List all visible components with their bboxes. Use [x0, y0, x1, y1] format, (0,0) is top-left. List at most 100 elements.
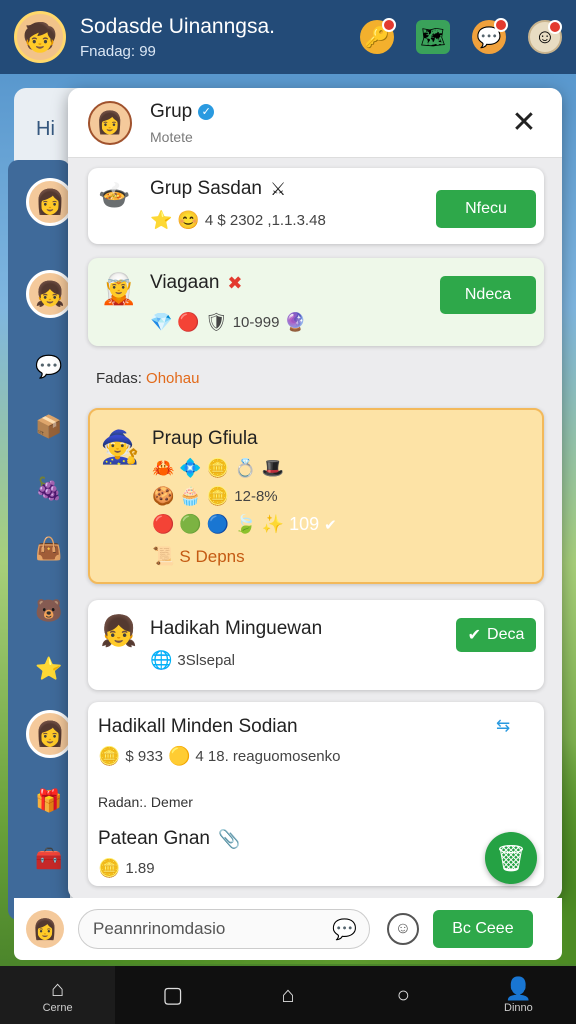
emoji-icon[interactable]: ☺: [386, 913, 419, 945]
card-action-label: Deca: [487, 626, 525, 643]
side-bag-icon[interactable]: 👜: [32, 532, 66, 566]
sparkle-icon: ✨: [261, 514, 285, 534]
section-label-value: Ohohau: [146, 370, 200, 387]
group-card[interactable]: 🍲 Grup Sasdan ⚔ ⭐ 😊 4 $ 2302 ,1.1.3.48 N…: [88, 168, 544, 244]
nav-circle[interactable]: ○: [346, 966, 461, 1024]
group-modal: 👩 Grup ✓ Motete ✕ 🍲 Grup Sasdan ⚔ ⭐ 😊 4 …: [68, 88, 562, 900]
circle-icon: ○: [396, 982, 410, 1007]
house-outline-icon: ⌂: [281, 982, 295, 1007]
notification-dot: [382, 18, 396, 32]
side-bubble-icon[interactable]: 💬: [32, 350, 66, 384]
card-meta: $ 933: [125, 748, 163, 765]
compose-bar: 👩 Peannrinomdasio 💬 ☺ Bc Ceee: [14, 898, 562, 960]
card-meta-row: 🌐 3Slsepal: [150, 650, 235, 671]
emerald-icon: 🟢: [179, 514, 202, 534]
card-title: Grup Sasdan: [150, 178, 262, 199]
share-icon[interactable]: ⇆: [496, 716, 510, 736]
shield-icon: 🛡: [204, 312, 228, 332]
gem-icon: 💎: [150, 312, 173, 332]
wizard-avatar: 🧙: [100, 429, 140, 465]
hat-icon: 🎩: [261, 458, 285, 478]
card-title: Hadikah Minguewan: [150, 618, 323, 639]
side-gift-icon[interactable]: 🎁: [32, 784, 66, 818]
card-title-row: Grup Sasdan ⚔: [150, 178, 286, 200]
cauldron-icon: 🍲: [98, 180, 131, 210]
coin-icon: 🪙: [98, 746, 121, 766]
card-submeta: 1.89: [125, 860, 155, 877]
side-box-icon[interactable]: 📦: [32, 410, 66, 444]
side-star-icon[interactable]: ⭐: [32, 652, 66, 686]
explorer-avatar: 🧝: [100, 273, 138, 306]
person-icon: 👤: [504, 976, 533, 1001]
nav-home[interactable]: ⌂ Cerne: [0, 966, 116, 1024]
side-chest-icon[interactable]: 🧰: [32, 842, 66, 876]
smile-icon: 😊: [177, 210, 200, 230]
side-potion-icon[interactable]: 🍇: [32, 472, 66, 506]
card-meta-row: ⭐ 😊 4 $ 2302 ,1.1.3.48: [150, 210, 326, 231]
card-action-button[interactable]: ✔ Deca: [456, 618, 536, 652]
side-avatar-2[interactable]: 👧: [26, 270, 74, 318]
sapphire-icon: 🔵: [206, 514, 230, 534]
check-icon: ✔: [467, 627, 482, 644]
close-button[interactable]: ✕: [506, 105, 542, 141]
card-meta: 3Slsepal: [177, 652, 235, 669]
card-title: Viagaan: [150, 272, 220, 293]
home-icon: ⌂: [50, 976, 65, 1001]
group-card-highlighted[interactable]: 🧙 Praup Gfiula 🦀 💠 🪙 💍 🎩 🍪 🧁 🪙 12-8% 🔴 🟢…: [88, 408, 544, 584]
cookie-icon: 🍪: [152, 486, 175, 506]
side-avatar-3[interactable]: 👩: [26, 710, 74, 758]
modal-titles: Grup ✓ Motete: [150, 101, 215, 145]
nav-home-label: Cerne: [42, 1002, 73, 1014]
check-icon: ✔: [324, 516, 337, 534]
trash-button[interactable]: 🗑: [485, 832, 537, 884]
card-meta: 4 $ 2302 ,1.1.3.48: [204, 212, 326, 229]
trophy-icon[interactable]: 🔑: [360, 18, 396, 54]
leaf-icon: 🍃: [234, 514, 257, 534]
potion-icon: 🔮: [284, 312, 307, 332]
section-label: Fadas: Ohohau: [96, 370, 199, 387]
card-title: Hadikall Minden Sodian: [98, 716, 298, 737]
send-button[interactable]: Bc Ceee: [432, 910, 533, 948]
map-icon[interactable]: 🗺: [416, 20, 450, 54]
crossed-swords-icon: ⚔: [269, 178, 287, 199]
group-card[interactable]: 🧝 Viagaan ✖ 💎 🔴 🛡 10-999 🔮 Ndeca: [88, 258, 544, 346]
card-meta-row: 🪙 $ 933 🟡 4 18. reaguomosenko: [98, 746, 341, 767]
coin-icon: 🪙: [206, 486, 230, 506]
card-action-button[interactable]: Ndeca: [440, 276, 536, 314]
back-panel-label: Hi: [36, 118, 55, 140]
star-icon: ⭐: [150, 210, 173, 230]
card-stats-row: 🍪 🧁 🪙 12-8%: [152, 486, 278, 507]
coin-icon: 🪙: [206, 458, 230, 478]
card-action-label: Nfecu: [465, 200, 507, 217]
card-submeta-row: 🪙 1.89: [98, 858, 155, 879]
card-action-label: Ndeca: [464, 286, 512, 303]
group-card[interactable]: Hadikall Minden Sodian ⇆ 🪙 $ 933 🟡 4 18.…: [88, 702, 544, 886]
card-subtitle-row: Patean Gnan 📎: [98, 828, 240, 850]
nav-home-system[interactable]: ⌂: [230, 966, 345, 1024]
top-subtitle: Fnadag: 99: [80, 42, 156, 60]
chat-bubble-icon[interactable]: 💬: [332, 917, 357, 942]
verified-icon: ✓: [198, 103, 215, 120]
card-meta-row: 💎 🔴 🛡 10-999 🔮: [150, 312, 307, 333]
nav-profile[interactable]: 👤 Dinno: [461, 966, 576, 1024]
top-icons: 🔑 🗺 💬 ☺: [360, 18, 562, 54]
card-meta-2: 4 18. reaguomosenko: [195, 748, 341, 765]
chat-icon[interactable]: 💬: [472, 18, 508, 54]
crab-icon: 🦀: [152, 458, 175, 478]
modal-title: Grup ✓: [150, 101, 215, 123]
card-title-row: Viagaan ✖: [150, 272, 242, 294]
card-action-button[interactable]: Nfecu: [436, 190, 536, 228]
scroll-icon: 📜: [152, 546, 175, 566]
notification-dot: [548, 20, 562, 34]
card-footer: S Depns: [179, 546, 245, 566]
group-card[interactable]: 👧 Hadikah Minguewan 🌐 3Slsepal ✔ Deca: [88, 600, 544, 690]
ruby-icon: 🔴: [152, 514, 175, 534]
nav-recents[interactable]: ▢: [115, 966, 230, 1024]
message-input[interactable]: Peannrinomdasio: [78, 909, 370, 949]
player-avatar[interactable]: 🧒: [14, 11, 66, 63]
side-avatar-1[interactable]: 👩: [26, 178, 74, 226]
side-pet-icon[interactable]: 🐻: [32, 594, 66, 628]
card-label: Radan:. Demer: [98, 794, 193, 810]
settings-icon[interactable]: ☺: [528, 20, 562, 54]
ring-icon: 💍: [234, 458, 257, 478]
